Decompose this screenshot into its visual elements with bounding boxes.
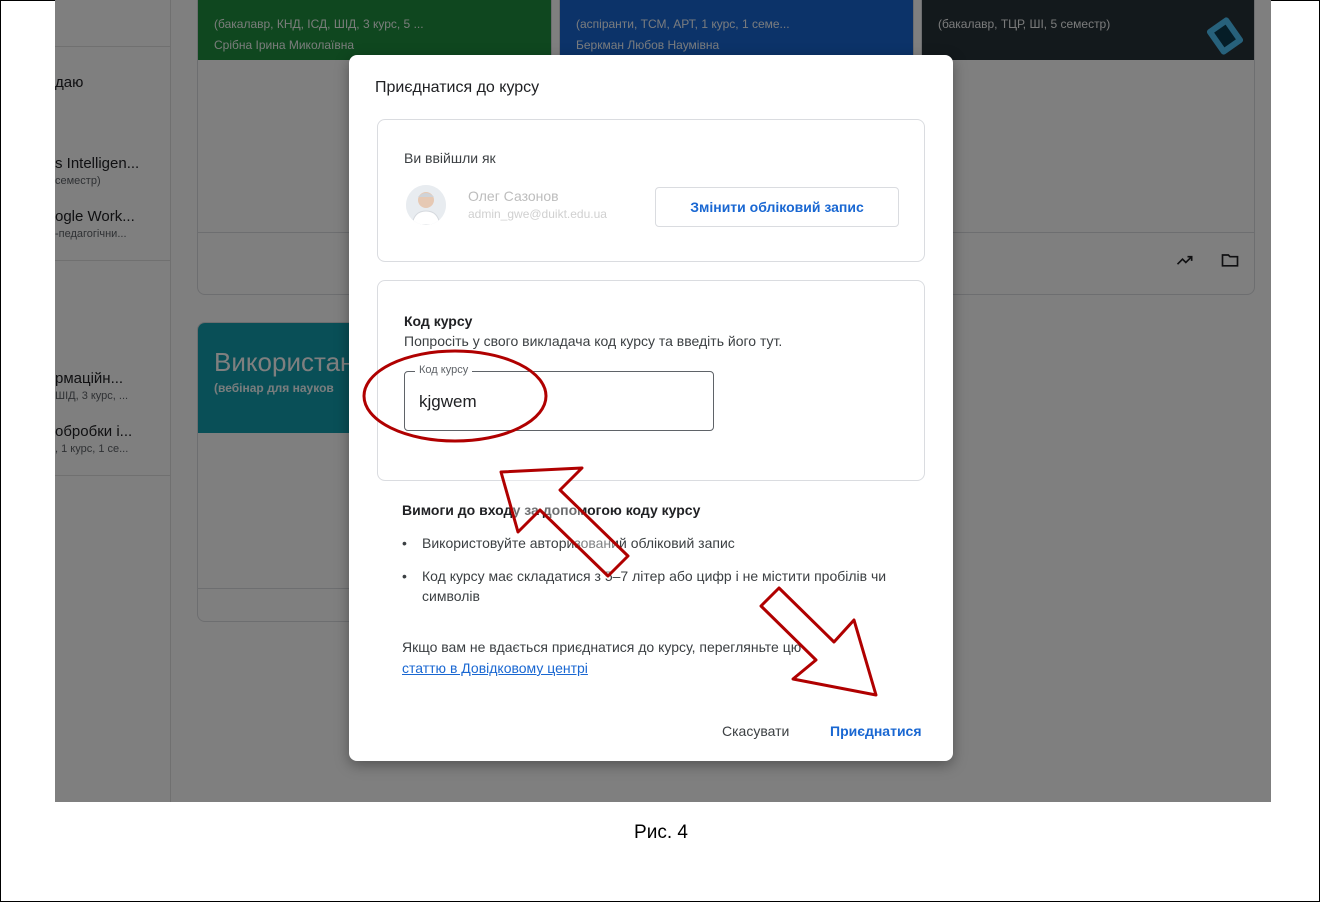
join-course-dialog: Приєднатися до курсу Ви ввійшли як Олег … <box>349 55 953 761</box>
class-code-field-label: Код курсу <box>415 364 473 376</box>
requirement-item: Код курсу має складатися з 5–7 літер або… <box>402 566 902 606</box>
join-button[interactable]: Приєднатися <box>830 719 922 743</box>
class-code-instruction: Попросіть у свого викладача код курсу та… <box>404 333 783 349</box>
switch-account-button[interactable]: Змінити обліковий запис <box>655 187 899 227</box>
account-email: admin_gwe@duikt.edu.ua <box>468 207 607 221</box>
signed-in-label: Ви ввійшли як <box>404 150 496 166</box>
class-code-field[interactable]: Код курсу <box>404 364 714 431</box>
account-name: Олег Сазонов <box>468 188 559 204</box>
cancel-button[interactable]: Скасувати <box>722 719 789 743</box>
figure-caption: Рис. 4 <box>634 822 688 843</box>
requirement-item: Використовуйте авторизований обліковий з… <box>402 533 902 553</box>
help-text-body: Якщо вам не вдається приєднатися до курс… <box>402 639 802 655</box>
class-code-input[interactable] <box>419 390 699 414</box>
help-center-link[interactable]: статтю в Довідковому центрі <box>402 660 588 676</box>
avatar-photo-icon <box>406 185 446 225</box>
requirements-list: Використовуйте авторизований обліковий з… <box>402 533 902 606</box>
requirements-title: Вимоги до входу за допомогою коду курсу <box>402 502 701 518</box>
account-panel: Ви ввійшли як Олег Сазонов admin_gwe@dui… <box>377 119 925 262</box>
dialog-title: Приєднатися до курсу <box>375 79 540 96</box>
avatar <box>406 185 446 225</box>
class-code-panel: Код курсу Попросіть у свого викладача ко… <box>377 280 925 481</box>
class-code-heading: Код курсу <box>404 313 473 329</box>
help-text: Якщо вам не вдається приєднатися до курс… <box>402 637 902 679</box>
